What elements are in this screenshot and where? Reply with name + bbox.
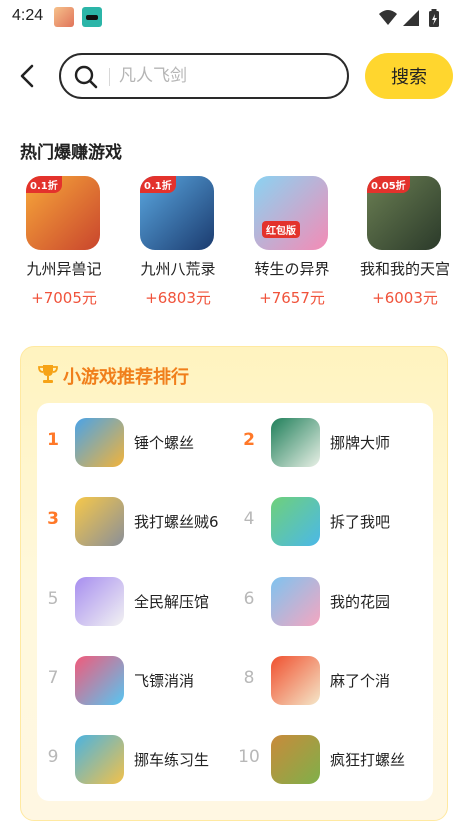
game-icon: 0.05折 bbox=[367, 176, 441, 250]
mini-game-icon bbox=[271, 735, 320, 784]
rank-number: 1 bbox=[47, 430, 59, 450]
game-reward: +6003元 bbox=[372, 289, 438, 307]
rank-number: 10 bbox=[238, 747, 260, 767]
battery-icon bbox=[429, 9, 439, 27]
game-reward: +7657元 bbox=[259, 289, 325, 307]
game-icon: 0.1折 bbox=[26, 176, 100, 250]
mini-game-name: 飞镖消消 bbox=[134, 672, 195, 690]
mini-game-icon bbox=[75, 577, 124, 626]
mini-game-name: 我打螺丝贼6 bbox=[134, 513, 219, 531]
notification-app-icon bbox=[82, 7, 102, 27]
hot-game-card[interactable]: 0.1折 九州八荒录 +6803元 bbox=[128, 176, 232, 311]
system-status-icons bbox=[379, 9, 439, 27]
search-icon bbox=[74, 65, 98, 89]
ranking-title: 小游戏推荐排行 bbox=[63, 367, 189, 388]
wifi-icon bbox=[379, 10, 397, 25]
hot-game-card[interactable]: 0.05折 我和我的天宫 +6003元 bbox=[355, 176, 459, 311]
search-header: 搜索 bbox=[0, 50, 469, 106]
discount-badge: 0.05折 bbox=[367, 176, 410, 193]
discount-badge: 0.1折 bbox=[140, 176, 176, 193]
mini-game-name: 挪车练习生 bbox=[134, 751, 210, 769]
ranking-item[interactable]: 6 我的花园 bbox=[233, 572, 429, 632]
mini-game-ranking-panel: 小游戏推荐排行 1 锤个螺丝 2 挪牌大师 3 我打螺丝贼6 4 拆了我吧 5 … bbox=[20, 346, 448, 821]
hot-game-card[interactable]: 0.1折 九州异兽记 +7005元 bbox=[14, 176, 118, 311]
ranking-item[interactable]: 10 疯狂打螺丝 bbox=[233, 730, 429, 790]
signal-icon bbox=[403, 10, 419, 26]
rank-number: 9 bbox=[47, 747, 59, 767]
ranking-item[interactable]: 5 全民解压馆 bbox=[37, 572, 233, 632]
mini-game-icon bbox=[271, 577, 320, 626]
mini-game-icon bbox=[271, 656, 320, 705]
ranking-item[interactable]: 3 我打螺丝贼6 bbox=[37, 492, 233, 552]
game-icon: 红包版 bbox=[254, 176, 328, 250]
ranking-item[interactable]: 8 麻了个消 bbox=[233, 651, 429, 711]
hot-games-list: 0.1折 九州异兽记 +7005元 0.1折 九州八荒录 +6803元 红包版 … bbox=[14, 176, 469, 311]
rank-number: 5 bbox=[47, 589, 59, 609]
status-time: 4:24 bbox=[12, 7, 44, 24]
status-bar: 4:24 bbox=[0, 0, 469, 36]
game-name: 九州异兽记 bbox=[26, 260, 102, 278]
back-arrow-icon[interactable] bbox=[14, 62, 42, 90]
ranking-item[interactable]: 4 拆了我吧 bbox=[233, 492, 429, 552]
hot-games-title: 热门爆赚游戏 bbox=[20, 143, 122, 163]
ranking-item[interactable]: 7 飞镖消消 bbox=[37, 651, 233, 711]
mini-game-icon bbox=[75, 656, 124, 705]
rank-number: 3 bbox=[47, 509, 59, 529]
game-name: 九州八荒录 bbox=[140, 260, 216, 278]
mini-game-name: 疯狂打螺丝 bbox=[330, 751, 406, 769]
ranking-item[interactable]: 1 锤个螺丝 bbox=[37, 413, 233, 473]
game-reward: +7005元 bbox=[31, 289, 97, 307]
game-name: 转生の异界 bbox=[254, 260, 330, 278]
rank-number: 4 bbox=[243, 509, 255, 529]
mini-game-name: 麻了个消 bbox=[330, 672, 391, 690]
discount-badge: 0.1折 bbox=[26, 176, 62, 193]
mini-game-icon bbox=[75, 497, 124, 546]
mini-game-name: 全民解压馆 bbox=[134, 593, 210, 611]
ranking-list: 1 锤个螺丝 2 挪牌大师 3 我打螺丝贼6 4 拆了我吧 5 全民解压馆 6 … bbox=[37, 403, 433, 801]
mini-game-icon bbox=[271, 418, 320, 467]
mini-game-name: 拆了我吧 bbox=[330, 513, 391, 531]
search-input[interactable] bbox=[119, 62, 329, 90]
mini-game-icon bbox=[75, 418, 124, 467]
hot-game-card[interactable]: 红包版 转生の异界 +7657元 bbox=[242, 176, 346, 311]
game-name: 我和我的天宫 bbox=[359, 260, 450, 278]
trophy-icon bbox=[38, 365, 58, 383]
game-reward: +6803元 bbox=[145, 289, 211, 307]
search-divider bbox=[109, 68, 110, 86]
rank-number: 8 bbox=[243, 668, 255, 688]
search-box[interactable] bbox=[59, 53, 349, 99]
rank-number: 2 bbox=[243, 430, 255, 450]
ranking-item[interactable]: 9 挪车练习生 bbox=[37, 730, 233, 790]
red-packet-badge: 红包版 bbox=[262, 221, 300, 238]
mini-game-name: 我的花园 bbox=[330, 593, 391, 611]
mini-game-name: 锤个螺丝 bbox=[134, 434, 195, 452]
rank-number: 6 bbox=[243, 589, 255, 609]
ranking-item[interactable]: 2 挪牌大师 bbox=[233, 413, 429, 473]
mini-game-icon bbox=[271, 497, 320, 546]
mini-game-name: 挪牌大师 bbox=[330, 434, 391, 452]
notification-game-icon bbox=[54, 7, 74, 27]
search-button[interactable]: 搜索 bbox=[365, 53, 453, 99]
mini-game-icon bbox=[75, 735, 124, 784]
rank-number: 7 bbox=[47, 668, 59, 688]
game-icon: 0.1折 bbox=[140, 176, 214, 250]
